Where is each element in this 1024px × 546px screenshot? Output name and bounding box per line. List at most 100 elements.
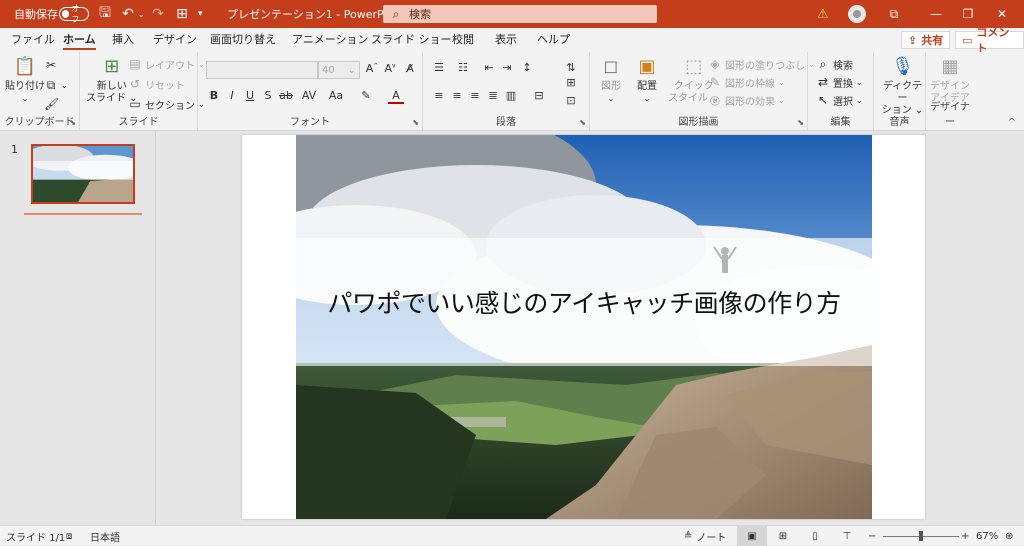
slideshow-icon[interactable]: ⊤ bbox=[838, 526, 856, 546]
slide-photo[interactable]: パワポでいい感じのアイキャッチ画像の作り方 bbox=[296, 135, 872, 519]
text-direction-icon[interactable]: ⇅ bbox=[563, 61, 579, 74]
search-box[interactable]: ⌕ 検索 bbox=[383, 5, 657, 23]
launcher-icon[interactable]: ⬊ bbox=[579, 118, 586, 127]
tab-view[interactable]: 表示 bbox=[495, 28, 517, 52]
design-ideas-icon: ▦ bbox=[941, 56, 959, 77]
strikethrough-icon[interactable]: ab bbox=[278, 89, 294, 102]
cursor-icon: ↖ bbox=[817, 93, 829, 107]
tab-slideshow[interactable]: スライド ショー bbox=[371, 28, 452, 52]
launcher-icon[interactable]: ⬊ bbox=[797, 118, 804, 127]
spellcheck-icon[interactable]: ⧈ bbox=[66, 526, 72, 546]
comment-button[interactable]: ▭ コメント bbox=[955, 26, 1024, 55]
bullets-icon[interactable]: ☰ bbox=[431, 61, 447, 74]
section-button[interactable]: ▭ セクション ⌄ bbox=[128, 95, 204, 113]
reading-view-icon[interactable]: ▯ bbox=[806, 526, 824, 546]
autosave-label: 自動保存 bbox=[14, 8, 58, 21]
change-case-icon[interactable]: Aa bbox=[324, 89, 348, 102]
decrease-indent-icon[interactable]: ⇤ bbox=[481, 61, 497, 74]
undo-icon[interactable]: ↶ ⌄ bbox=[118, 0, 145, 28]
cut-button[interactable]: ✂ bbox=[44, 56, 58, 74]
select-button[interactable]: ↖ 選択 ⌄ bbox=[816, 91, 863, 109]
tab-review[interactable]: 校閲 bbox=[452, 28, 474, 52]
replace-button[interactable]: ⇄ 置換 ⌄ bbox=[816, 73, 863, 91]
find-button[interactable]: ⌕ 検索 bbox=[816, 55, 853, 73]
share-icon: ⇪ bbox=[908, 33, 918, 47]
slide-sorter-icon[interactable]: ⊞ bbox=[774, 526, 792, 546]
justify-icon[interactable]: ≣ bbox=[485, 89, 501, 102]
tab-animations[interactable]: アニメーション bbox=[292, 28, 369, 52]
format-painter-button[interactable]: 🖌 bbox=[44, 95, 59, 113]
line-spacing-icon[interactable]: ↕ bbox=[519, 61, 535, 74]
reset-icon: ↺ bbox=[129, 77, 141, 91]
fit-to-window-icon[interactable]: ⊕ bbox=[1005, 526, 1013, 546]
slide-count: スライド 1/1 bbox=[6, 532, 66, 544]
clear-format-icon[interactable]: A̸ bbox=[402, 62, 418, 75]
redo-icon[interactable]: ↷ bbox=[148, 0, 168, 28]
avatar[interactable] bbox=[848, 0, 866, 28]
launcher-icon[interactable]: ⬊ bbox=[69, 118, 76, 127]
ribbon-display-icon[interactable]: ⧉ bbox=[878, 0, 910, 28]
align-text-vertical-icon[interactable]: ⊞ bbox=[563, 76, 579, 89]
smartart-icon[interactable]: ⊡ bbox=[563, 94, 579, 107]
numbering-icon[interactable]: ☷ bbox=[455, 61, 471, 74]
shadow-icon[interactable]: S bbox=[260, 89, 276, 102]
normal-view-icon[interactable]: ▣ bbox=[737, 526, 767, 546]
group-label: 図形描画 bbox=[678, 117, 719, 128]
zoom-out-icon[interactable]: − bbox=[868, 526, 876, 546]
search-icon: ⌕ bbox=[819, 56, 827, 71]
customize-qat-icon[interactable]: ▾ bbox=[198, 0, 203, 28]
minimize-icon[interactable]: — bbox=[920, 0, 952, 28]
shapes-button[interactable]: ◻ 図形 ⌄ bbox=[598, 55, 624, 105]
group-voice: 🎙 ディクテー ション ⌄ 音声 bbox=[874, 52, 926, 130]
window-title: プレゼンテーション1 - PowerPoint bbox=[227, 8, 405, 21]
shape-fill-button[interactable]: ◈ 図形の塗りつぶし ⌄ bbox=[708, 55, 814, 73]
present-icon[interactable]: ⊞ bbox=[172, 0, 192, 28]
collapse-ribbon-icon[interactable]: ^ bbox=[1008, 117, 1016, 128]
save-icon[interactable]: 🖫 bbox=[95, 0, 115, 28]
zoom-in-icon[interactable]: + bbox=[961, 526, 969, 546]
shape-outline-button[interactable]: ✎ 図形の枠線 ⌄ bbox=[708, 73, 785, 91]
tab-file[interactable]: ファイル bbox=[11, 28, 55, 52]
font-color-icon[interactable]: A bbox=[388, 89, 404, 104]
shape-effects-button[interactable]: ◎ 図形の効果 ⌄ bbox=[708, 91, 785, 109]
align-left-icon[interactable]: ≡ bbox=[431, 89, 447, 102]
share-button[interactable]: ⇪ 共有 bbox=[901, 31, 951, 49]
reset-button[interactable]: ↺ リセット bbox=[128, 75, 185, 93]
dictate-button[interactable]: 🎙 ディクテー ション ⌄ bbox=[880, 55, 925, 117]
notes-button[interactable]: ≜ ノート bbox=[684, 526, 726, 546]
zoom-value[interactable]: 67% bbox=[976, 526, 998, 546]
font-name-combo[interactable] bbox=[206, 61, 318, 79]
tab-insert[interactable]: 挿入 bbox=[112, 28, 134, 52]
increase-indent-icon[interactable]: ⇥ bbox=[499, 61, 515, 74]
highlight-icon[interactable]: ✎ bbox=[358, 89, 374, 102]
tab-help[interactable]: ヘルプ bbox=[537, 28, 570, 52]
zoom-slider-thumb[interactable] bbox=[919, 531, 923, 541]
microphone-icon: 🎙 bbox=[891, 56, 914, 77]
underline-icon[interactable]: U bbox=[242, 89, 258, 102]
tab-home[interactable]: ホーム bbox=[63, 28, 96, 52]
layout-button[interactable]: ▤ レイアウト ⌄ bbox=[128, 55, 204, 73]
tab-transitions[interactable]: 画面切り替え bbox=[210, 28, 276, 52]
italic-icon[interactable]: I bbox=[224, 89, 240, 102]
align-center-icon[interactable]: ≡ bbox=[449, 89, 465, 102]
arrange-button[interactable]: ▣ 配置 ⌄ bbox=[634, 55, 660, 105]
slide-thumbnail[interactable] bbox=[31, 144, 135, 204]
shrink-font-icon[interactable]: Av bbox=[382, 62, 398, 75]
language-label[interactable]: 日本語 bbox=[90, 526, 120, 546]
paste-button[interactable]: 📋 貼り付け ⌄ bbox=[5, 55, 45, 105]
slide-title[interactable]: パワポでいい感じのアイキャッチ画像の作り方 bbox=[296, 284, 872, 320]
warning-icon[interactable]: ⚠ bbox=[817, 0, 829, 28]
paste-icon: 📋 bbox=[13, 56, 37, 77]
align-right-icon[interactable]: ≡ bbox=[467, 89, 483, 102]
spacing-icon[interactable]: AV bbox=[298, 89, 320, 102]
font-size-combo[interactable]: 40 ⌄ bbox=[318, 61, 360, 79]
copy-button[interactable]: ⧉ ⌄ bbox=[44, 76, 68, 94]
bold-icon[interactable]: B bbox=[206, 89, 222, 102]
launcher-icon[interactable]: ⬊ bbox=[412, 118, 419, 127]
tab-design[interactable]: デザイン bbox=[153, 28, 197, 52]
columns-icon[interactable]: ▥ bbox=[503, 89, 519, 102]
autosave-toggle[interactable]: オフ bbox=[59, 0, 89, 28]
group-label: 音声 bbox=[889, 117, 910, 128]
align-text-icon[interactable]: ⊟ bbox=[531, 89, 547, 102]
grow-font-icon[interactable]: A^ bbox=[364, 62, 380, 75]
